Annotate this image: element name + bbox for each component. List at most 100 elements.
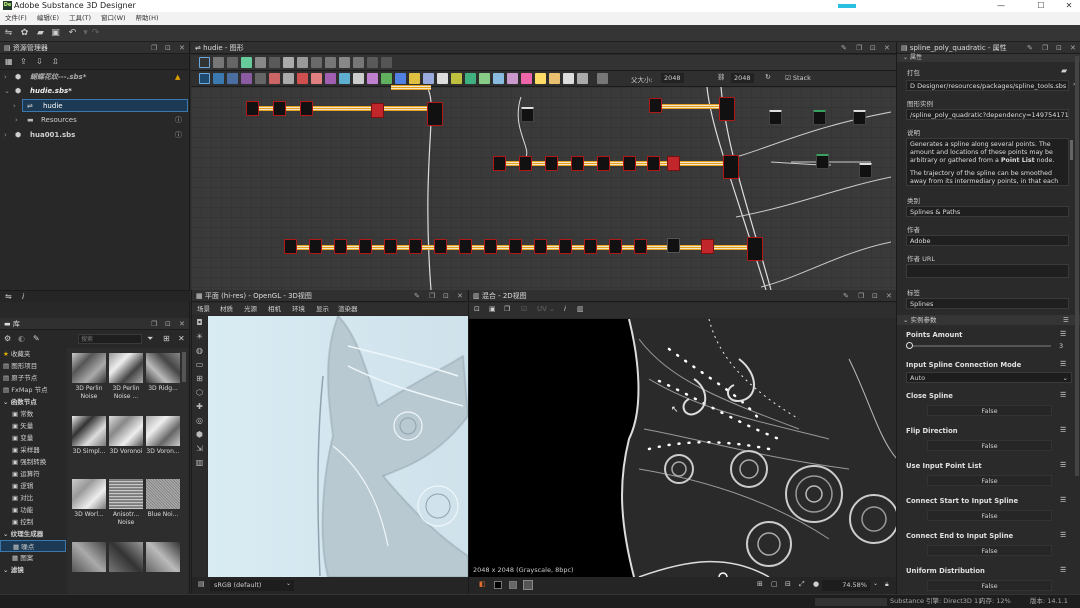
maximize-panel-icon[interactable]: ⊡ — [165, 318, 171, 329]
category-field[interactable]: Splines & Paths — [906, 206, 1069, 217]
category-vector[interactable]: ▣ 矢量 — [0, 420, 66, 432]
info-icon[interactable]: ⓘ — [175, 114, 182, 127]
menu-lights[interactable]: 光源 — [244, 303, 257, 315]
close-spline-toggle[interactable]: False — [927, 405, 1052, 416]
node-icon-11[interactable] — [353, 73, 364, 84]
filter-icon[interactable]: ⏷ — [147, 334, 153, 344]
new-package-icon[interactable]: ▦ — [5, 57, 13, 66]
flip-direction-toggle[interactable]: False — [927, 440, 1052, 451]
node-icon-7[interactable] — [297, 73, 308, 84]
category-noises-selected[interactable]: ▦ 噪点 — [0, 540, 66, 552]
new-graph-icon[interactable]: ✿ — [19, 28, 30, 39]
node-icon-5[interactable] — [269, 73, 280, 84]
info-icon[interactable]: i — [564, 305, 566, 313]
thumb-noise-12[interactable] — [146, 542, 180, 572]
points-amount-slider[interactable] — [906, 345, 1051, 347]
node-icon-20[interactable] — [479, 73, 490, 84]
frame-icon[interactable]: ▢ — [771, 580, 778, 588]
info-icon[interactable]: ⓘ — [175, 129, 182, 142]
category-constants[interactable]: ▣ 常数 — [0, 408, 66, 420]
node-icon-14[interactable] — [395, 73, 406, 84]
category-texture-generators[interactable]: ⌄ 纹理生成器 — [0, 528, 66, 540]
axis-icon[interactable]: ✚ — [192, 400, 207, 414]
node-icon-6[interactable] — [283, 73, 294, 84]
param-menu-icon[interactable]: ☰ — [1060, 566, 1066, 574]
node-icon-4[interactable] — [255, 73, 266, 84]
zoom-field[interactable]: 74.58% — [822, 580, 870, 591]
close-button[interactable]: ✕ — [1058, 0, 1080, 12]
thumb-3d-perlin-noise-fractal[interactable] — [109, 353, 143, 383]
view-2d-viewport[interactable]: ↖ 2048 x 2048 (Grayscale, 8bpc) — [469, 319, 897, 577]
float-icon[interactable]: ❐ — [151, 318, 157, 329]
float-icon[interactable]: ❐ — [1042, 42, 1048, 53]
fit-icon[interactable]: ⊡ — [474, 305, 480, 313]
node-icon-25[interactable] — [549, 73, 560, 84]
close-panel-icon[interactable]: ✕ — [886, 290, 892, 301]
uniform-distribution-toggle[interactable]: False — [927, 580, 1052, 591]
category-variables[interactable]: ▣ 变量 — [0, 432, 66, 444]
color-layers-icon[interactable]: ◧ — [479, 580, 486, 588]
tree-package-3[interactable]: › ⬢ hua001.sbs ⓘ — [0, 129, 190, 142]
gray-swatch[interactable] — [509, 581, 517, 589]
thumb-3d-worley[interactable] — [72, 479, 106, 509]
filter-icon[interactable] — [325, 57, 336, 68]
node-icon-13[interactable] — [381, 73, 392, 84]
thumb-noise-11[interactable] — [109, 542, 143, 572]
library-settings-icon[interactable]: ⚙ — [4, 334, 11, 343]
lock-icon[interactable]: 🔒︎ — [885, 580, 889, 589]
explorer-tab-icon[interactable]: ⇋ — [5, 292, 12, 301]
node-icon-1[interactable] — [213, 73, 224, 84]
table-icon[interactable] — [297, 57, 308, 68]
select-tool-icon[interactable] — [199, 57, 210, 68]
use-input-point-list-toggle[interactable]: False — [927, 475, 1052, 486]
new-menu-icon[interactable]: ⇋ — [3, 28, 14, 39]
checker-swatch[interactable] — [523, 580, 533, 590]
float-icon[interactable]: ❐ — [151, 42, 157, 53]
chevron-down-icon[interactable]: ⌄ — [286, 580, 291, 587]
settings-icon[interactable] — [353, 57, 364, 68]
node-icon-2[interactable] — [227, 73, 238, 84]
connect-end-toggle[interactable]: False — [927, 545, 1052, 556]
node-icon-21[interactable] — [493, 73, 504, 84]
tags-field[interactable]: Splines — [906, 298, 1069, 309]
category-operators[interactable]: ▣ 运算符 — [0, 468, 66, 480]
display-icon[interactable]: ▭ — [192, 358, 207, 372]
env-icon[interactable]: ◍ — [192, 344, 207, 358]
tree-package-2[interactable]: ⌄ ⬢ hudie.sbs* — [0, 85, 190, 98]
camera-icon[interactable]: ◘ — [192, 316, 207, 330]
float-icon[interactable]: ❐ — [429, 290, 435, 301]
library-filter-icon[interactable]: ◐ — [18, 334, 25, 343]
category-cast[interactable]: ▣ 强制转换 — [0, 456, 66, 468]
align-icon[interactable] — [213, 57, 224, 68]
param-menu-icon[interactable]: ☰ — [1060, 330, 1066, 338]
maximize-panel-icon[interactable]: ⊡ — [870, 42, 876, 53]
section-attributes[interactable]: ⌄ 属性 — [897, 54, 1080, 62]
category-atomic-nodes[interactable]: ▤ 原子节点 — [0, 372, 66, 384]
param-menu-icon[interactable]: ☰ — [1060, 531, 1066, 539]
node-icon-10[interactable] — [339, 73, 350, 84]
wires-icon[interactable] — [367, 57, 378, 68]
close-panel-icon[interactable]: ✕ — [179, 318, 185, 329]
node-icon-18[interactable] — [451, 73, 462, 84]
node-icon-15[interactable] — [409, 73, 420, 84]
edit-icon[interactable]: ✎ — [33, 334, 40, 343]
sphere-icon[interactable]: ◎ — [192, 414, 207, 428]
node-icon-23[interactable] — [521, 73, 532, 84]
connect-start-toggle[interactable]: False — [927, 510, 1052, 521]
node-icon-26[interactable] — [563, 73, 574, 84]
thumb-3d-simplex[interactable] — [72, 416, 106, 446]
share-icon[interactable]: ⇫ — [52, 57, 59, 66]
publish-icon[interactable]: ⇩ — [36, 57, 43, 66]
node-icon-12[interactable] — [367, 73, 378, 84]
histogram-icon[interactable]: ▥ — [577, 305, 584, 313]
undo-icon[interactable]: ↶ — [67, 28, 78, 39]
chevron-down-icon[interactable]: ⌄ — [549, 305, 555, 313]
comment-icon[interactable] — [241, 57, 252, 68]
menu-camera[interactable]: 相机 — [268, 303, 281, 315]
author-field[interactable]: Adobe — [906, 235, 1069, 246]
checkbox-icon[interactable]: ☑ — [521, 305, 527, 313]
thumb-3d-voronoi[interactable] — [109, 416, 143, 446]
size-dropdown-2[interactable]: 2048 — [731, 73, 754, 83]
shape-icon[interactable]: ⬢ — [192, 428, 207, 442]
maximize-panel-icon[interactable]: ⊡ — [1056, 42, 1062, 53]
